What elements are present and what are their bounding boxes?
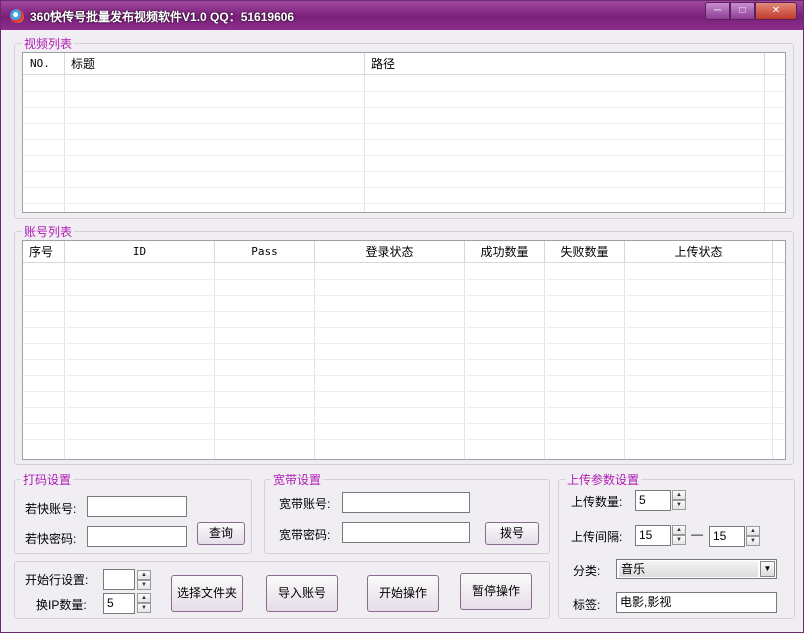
video-list-table[interactable]: NO. 标题 路径: [22, 52, 786, 213]
captcha-password-input[interactable]: [87, 526, 187, 547]
chevron-down-icon[interactable]: ▼: [760, 561, 775, 577]
window-title: 360快传号批量发布视频软件V1.0 QQ：51619606: [30, 10, 295, 24]
broadband-password-label: 宽带密码:: [279, 528, 331, 542]
spin-up-icon[interactable]: ▲: [672, 490, 686, 500]
spin-down-icon[interactable]: ▼: [137, 603, 151, 613]
broadband-account-input[interactable]: [342, 492, 470, 513]
dial-button[interactable]: 拨号: [485, 522, 539, 545]
upload-count-spinner[interactable]: ▲ ▼: [672, 490, 686, 511]
maximize-button[interactable]: □: [730, 2, 755, 20]
broadband-password-input[interactable]: [342, 522, 470, 543]
main-window: 360快传号批量发布视频软件V1.0 QQ：51619606 ─ □ ✕ 视频列…: [0, 0, 804, 633]
column-header-id[interactable]: ID: [65, 241, 215, 263]
spin-up-icon[interactable]: ▲: [137, 570, 151, 580]
spin-down-icon[interactable]: ▼: [672, 500, 686, 510]
upload-settings-label: 上传参数设置: [565, 471, 642, 488]
minimize-button[interactable]: ─: [705, 2, 730, 20]
interval-separator: —: [691, 527, 703, 541]
broadband-account-label: 宽带账号:: [279, 497, 331, 511]
column-header-success-count[interactable]: 成功数量: [465, 241, 545, 263]
category-label: 分类:: [573, 564, 601, 578]
ip-count-spinner[interactable]: ▲ ▼: [137, 593, 151, 614]
spin-up-icon[interactable]: ▲: [137, 593, 151, 603]
tags-label: 标签:: [573, 598, 601, 612]
spin-up-icon[interactable]: ▲: [672, 525, 686, 535]
upload-interval-to-spinner[interactable]: ▲ ▼: [746, 526, 760, 547]
pause-button[interactable]: 暂停操作: [460, 573, 532, 610]
close-button[interactable]: ✕: [755, 2, 797, 20]
upload-interval-from-spinner[interactable]: ▲ ▼: [672, 525, 686, 546]
broadband-label: 宽带设置: [271, 471, 324, 488]
account-list-label: 账号列表: [22, 223, 75, 240]
column-header-fail-count[interactable]: 失败数量: [545, 241, 625, 263]
column-header-filler: [765, 53, 785, 75]
column-header-path[interactable]: 路径: [365, 53, 765, 75]
spin-down-icon[interactable]: ▼: [672, 535, 686, 545]
spin-up-icon[interactable]: ▲: [746, 526, 760, 536]
tags-input[interactable]: 电影,影视: [616, 592, 777, 613]
upload-count-input[interactable]: 5: [635, 490, 671, 511]
column-header-filler: [773, 241, 785, 263]
start-row-spinner[interactable]: ▲ ▼: [137, 570, 151, 591]
start-row-input[interactable]: [103, 569, 135, 590]
upload-count-label: 上传数量:: [571, 495, 623, 509]
choose-folder-button[interactable]: 选择文件夹: [171, 575, 243, 612]
column-header-login-status[interactable]: 登录状态: [315, 241, 465, 263]
category-select[interactable]: 音乐 ▼: [616, 559, 777, 579]
upload-interval-to-input[interactable]: 15: [709, 526, 745, 547]
column-header-index[interactable]: 序号: [23, 241, 65, 263]
import-accounts-button[interactable]: 导入账号: [266, 575, 338, 612]
query-button[interactable]: 查询: [197, 522, 245, 545]
spin-down-icon[interactable]: ▼: [746, 536, 760, 546]
captcha-account-label: 若快账号:: [25, 502, 77, 516]
ip-count-label: 换IP数量:: [36, 598, 87, 612]
title-bar: 360快传号批量发布视频软件V1.0 QQ：51619606 ─ □ ✕: [1, 1, 803, 30]
start-button[interactable]: 开始操作: [367, 575, 439, 612]
column-header-pass[interactable]: Pass: [215, 241, 315, 263]
account-list-table[interactable]: 序号 ID Pass 登录状态 成功数量 失败数量 上传状态: [22, 240, 786, 460]
ip-count-input[interactable]: 5: [103, 593, 135, 614]
video-list-header: NO. 标题 路径: [23, 53, 785, 75]
upload-interval-from-input[interactable]: 15: [635, 525, 671, 546]
column-header-upload-status[interactable]: 上传状态: [625, 241, 773, 263]
column-header-title[interactable]: 标题: [65, 53, 365, 75]
captcha-label: 打码设置: [21, 471, 74, 488]
upload-interval-label: 上传间隔:: [571, 530, 623, 544]
video-list-label: 视频列表: [22, 35, 75, 52]
captcha-password-label: 若快密码:: [25, 532, 77, 546]
column-header-no[interactable]: NO.: [23, 53, 65, 75]
category-selected-value: 音乐: [619, 561, 758, 577]
captcha-account-input[interactable]: [87, 496, 187, 517]
spin-down-icon[interactable]: ▼: [137, 580, 151, 590]
start-row-label: 开始行设置:: [25, 573, 89, 587]
account-list-header: 序号 ID Pass 登录状态 成功数量 失败数量 上传状态: [23, 241, 785, 263]
app-logo-icon: [10, 9, 24, 23]
